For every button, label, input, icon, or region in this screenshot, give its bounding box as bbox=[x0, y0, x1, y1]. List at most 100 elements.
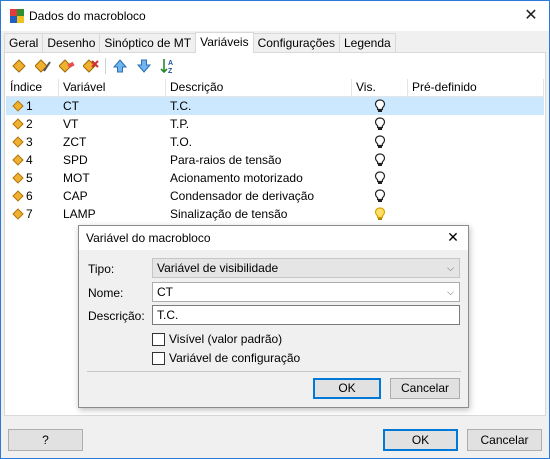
lightbulb-off-icon[interactable] bbox=[352, 97, 408, 115]
predefined-cell bbox=[408, 97, 544, 115]
name-value: CT bbox=[157, 285, 173, 299]
table-row[interactable]: 1 CT T.C. bbox=[6, 97, 544, 115]
help-button[interactable]: ? bbox=[8, 429, 83, 451]
table-row[interactable]: 6 CAP Condensador de derivação bbox=[6, 187, 544, 205]
lightbulb-off-icon[interactable] bbox=[352, 169, 408, 187]
chevron-down-icon: ⌵ bbox=[447, 263, 454, 273]
variable-cell: LAMP bbox=[63, 207, 96, 221]
index-value: 5 bbox=[26, 171, 33, 185]
tab-strip: Geral Desenho Sinóptico de MT Variáveis … bbox=[4, 32, 396, 53]
variable-icon bbox=[12, 190, 24, 202]
tab-geral[interactable]: Geral bbox=[4, 33, 44, 53]
index-cell: 4 bbox=[6, 151, 59, 169]
index-cell: 5 bbox=[6, 169, 59, 187]
index-cell: 1 bbox=[6, 97, 59, 115]
description-cell: Sinalização de tensão bbox=[170, 207, 288, 221]
description-input[interactable]: T.C. bbox=[152, 305, 460, 325]
type-value: Variável de visibilidade bbox=[157, 261, 279, 275]
lightbulb-off-icon[interactable] bbox=[352, 133, 408, 151]
description-cell: Condensador de derivação bbox=[170, 189, 315, 203]
svg-text:Z: Z bbox=[168, 68, 173, 74]
lightbulb-on-icon[interactable] bbox=[352, 205, 408, 223]
tab-sinoptico-mt[interactable]: Sinóptico de MT bbox=[99, 33, 197, 53]
header-index[interactable]: Índice bbox=[6, 79, 59, 97]
config-checkbox-label: Variável de configuração bbox=[169, 351, 301, 365]
description-cell: T.C. bbox=[170, 99, 192, 113]
move-down-icon[interactable] bbox=[134, 57, 154, 75]
dialog-close-icon[interactable]: ✕ bbox=[444, 228, 462, 246]
index-value: 6 bbox=[26, 189, 33, 203]
index-value: 1 bbox=[26, 99, 33, 113]
visible-checkbox-label: Visível (valor padrão) bbox=[169, 332, 283, 346]
tab-desenho[interactable]: Desenho bbox=[42, 33, 101, 53]
description-cell: Para-raios de tensão bbox=[170, 153, 282, 167]
variables-toolbar: AZ bbox=[9, 57, 182, 75]
chevron-down-icon: ⌵ bbox=[447, 287, 454, 297]
variable-icon bbox=[12, 136, 24, 148]
predefined-cell bbox=[408, 169, 544, 187]
variable-cell: CAP bbox=[63, 189, 88, 203]
predefined-cell bbox=[408, 133, 544, 151]
table-row[interactable]: 5 MOT Acionamento motorizado bbox=[6, 169, 544, 187]
dialog-ok-button[interactable]: OK bbox=[313, 378, 381, 399]
config-checkbox[interactable] bbox=[152, 351, 165, 365]
variable-cell: MOT bbox=[63, 171, 90, 185]
variable-icon bbox=[12, 208, 24, 220]
config-checkbox-row[interactable]: Variável de configuração bbox=[152, 351, 300, 365]
edit-variable-icon[interactable] bbox=[33, 57, 53, 75]
visible-checkbox-row[interactable]: Visível (valor padrão) bbox=[152, 332, 282, 346]
ok-button[interactable]: OK bbox=[383, 429, 458, 451]
variable-icon bbox=[12, 172, 24, 184]
type-select[interactable]: Variável de visibilidade ⌵ bbox=[152, 258, 460, 278]
grid-rows: 1 CT T.C. 2 VT T.P. 3 ZCT T.O. 4 SPD Para-raios de … bbox=[6, 97, 544, 223]
variable-cell: ZCT bbox=[63, 135, 87, 149]
variable-cell: SPD bbox=[63, 153, 88, 167]
grid-header: Índice Variável Descrição Vis. Pré-defin… bbox=[6, 79, 544, 97]
dialog-cancel-button[interactable]: Cancelar bbox=[390, 378, 460, 399]
index-value: 2 bbox=[26, 117, 33, 131]
predefined-cell bbox=[408, 187, 544, 205]
header-description[interactable]: Descrição bbox=[166, 79, 352, 97]
sort-az-icon[interactable]: AZ bbox=[158, 57, 178, 75]
index-cell: 6 bbox=[6, 187, 59, 205]
description-cell: T.O. bbox=[170, 135, 193, 149]
lightbulb-off-icon[interactable] bbox=[352, 187, 408, 205]
visible-checkbox[interactable] bbox=[152, 332, 165, 346]
index-value: 4 bbox=[26, 153, 33, 167]
cancel-button[interactable]: Cancelar bbox=[467, 429, 542, 451]
header-visibility[interactable]: Vis. bbox=[352, 79, 408, 97]
lightbulb-off-icon[interactable] bbox=[352, 115, 408, 133]
index-cell: 2 bbox=[6, 115, 59, 133]
variable-icon bbox=[12, 154, 24, 166]
description-cell: T.P. bbox=[170, 117, 190, 131]
lightbulb-off-icon[interactable] bbox=[352, 151, 408, 169]
index-cell: 3 bbox=[6, 133, 59, 151]
type-label: Tipo: bbox=[88, 262, 115, 276]
name-label: Nome: bbox=[88, 286, 124, 300]
table-row[interactable]: 4 SPD Para-raios de tensão bbox=[6, 151, 544, 169]
dialog-divider bbox=[87, 371, 461, 372]
tab-legenda[interactable]: Legenda bbox=[338, 33, 396, 53]
table-row[interactable]: 2 VT T.P. bbox=[6, 115, 544, 133]
title-bar: Dados do macrobloco ✕ bbox=[1, 1, 549, 31]
description-label: Descrição: bbox=[88, 309, 145, 323]
description-cell: Acionamento motorizado bbox=[170, 171, 303, 185]
table-row[interactable]: 7 LAMP Sinalização de tensão bbox=[6, 205, 544, 223]
name-combo[interactable]: CT ⌵ bbox=[152, 282, 460, 302]
move-up-icon[interactable] bbox=[110, 57, 130, 75]
add-variable-icon[interactable] bbox=[9, 57, 29, 75]
variable-icon bbox=[12, 118, 24, 130]
table-row[interactable]: 3 ZCT T.O. bbox=[6, 133, 544, 151]
dialog-title-bar: Variável do macrobloco ✕ bbox=[79, 226, 468, 250]
predefined-cell bbox=[408, 151, 544, 169]
variable-cell: VT bbox=[63, 117, 79, 131]
tab-configuracoes[interactable]: Configurações bbox=[252, 33, 340, 53]
close-icon[interactable]: ✕ bbox=[521, 6, 541, 26]
app-icon bbox=[10, 9, 24, 23]
variable-dialog: Variável do macrobloco ✕ Tipo: Variável … bbox=[78, 225, 469, 408]
header-predefined[interactable]: Pré-definido bbox=[408, 79, 544, 97]
delete-variable-icon[interactable] bbox=[81, 57, 101, 75]
header-variable[interactable]: Variável bbox=[59, 79, 166, 97]
tab-variaveis[interactable]: Variáveis bbox=[195, 32, 254, 53]
clear-variable-icon[interactable] bbox=[57, 57, 77, 75]
